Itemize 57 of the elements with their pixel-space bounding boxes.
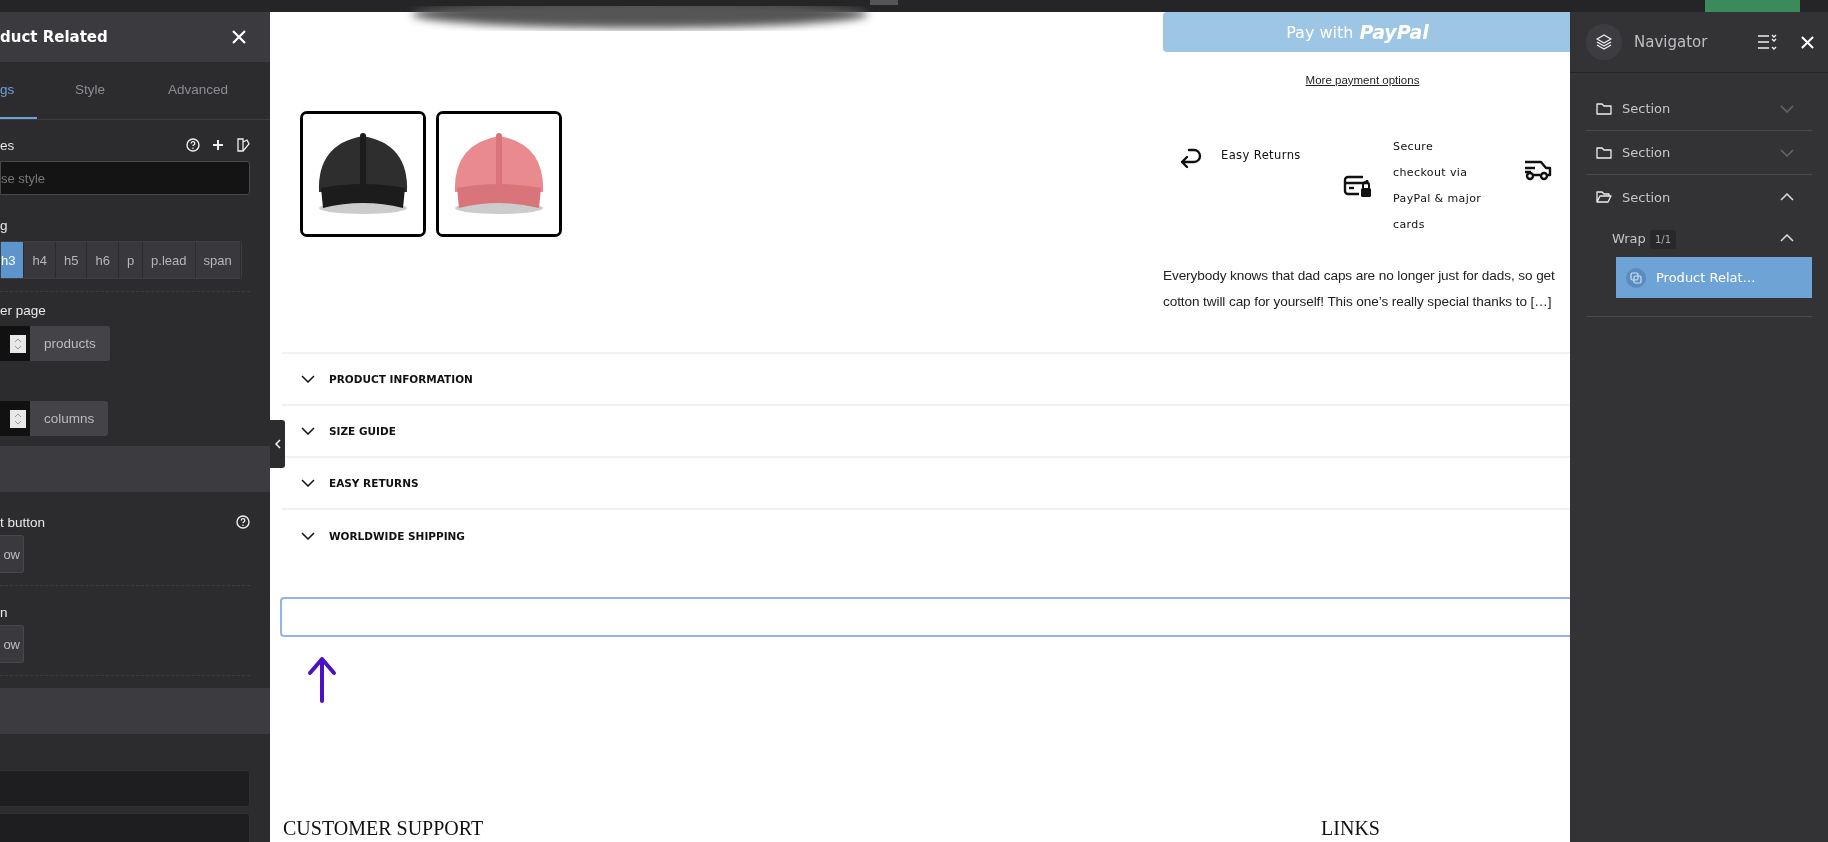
help-icon[interactable] bbox=[186, 138, 200, 152]
collapse-handle[interactable] bbox=[270, 420, 285, 468]
spinner-icon[interactable] bbox=[10, 409, 26, 428]
tag-option[interactable]: h5 bbox=[55, 242, 88, 278]
panel-title: duct Related bbox=[0, 28, 108, 46]
navigator-item[interactable]: Section bbox=[1586, 175, 1812, 219]
tag-option[interactable]: h4 bbox=[24, 242, 56, 278]
component-icon bbox=[1626, 267, 1646, 288]
layers-icon bbox=[1586, 24, 1622, 60]
panel-tab[interactable]: gs bbox=[0, 62, 37, 119]
list-options-icon[interactable] bbox=[1757, 34, 1777, 50]
open-folder-icon bbox=[1596, 190, 1612, 204]
more-payment-link[interactable]: More payment options bbox=[1305, 74, 1420, 86]
close-button[interactable] bbox=[232, 30, 246, 44]
help-icon[interactable] bbox=[236, 515, 250, 529]
field-label: t button bbox=[0, 514, 46, 530]
navigator-item[interactable]: Wrap 1/1 bbox=[1586, 219, 1812, 257]
tag-option[interactable]: h6 bbox=[87, 242, 119, 278]
field-label: es bbox=[0, 137, 15, 153]
show-button[interactable]: ow bbox=[0, 535, 24, 573]
panel-tab[interactable]: Advanced bbox=[143, 62, 253, 119]
footer-heading: LINKS bbox=[1321, 817, 1380, 840]
navigator-item[interactable]: Section bbox=[1586, 131, 1812, 175]
count-badge: 1/1 bbox=[1650, 229, 1677, 249]
tag-option[interactable]: p bbox=[118, 242, 144, 278]
chevron-icon[interactable] bbox=[301, 375, 315, 383]
up-arrow-icon bbox=[306, 655, 338, 703]
tag-option[interactable]: span bbox=[195, 242, 241, 278]
tag-option[interactable]: p.lead bbox=[143, 242, 196, 278]
feature-text: Easy Returns bbox=[1221, 147, 1301, 164]
chevron-icon[interactable] bbox=[301, 427, 315, 435]
truck-icon bbox=[1523, 158, 1553, 182]
tag-option[interactable]: h3 bbox=[1, 242, 25, 278]
plus-icon[interactable] bbox=[212, 139, 224, 151]
chevron-icon[interactable] bbox=[301, 479, 315, 487]
close-button[interactable] bbox=[1801, 35, 1814, 49]
feature-text: Secure checkout via PayPal & major cards bbox=[1393, 139, 1482, 233]
field-label: g bbox=[0, 217, 8, 233]
spinner-icon[interactable] bbox=[10, 334, 26, 353]
navigator-item[interactable]: Section bbox=[1586, 87, 1812, 131]
palette-icon[interactable] bbox=[236, 138, 250, 152]
unit-label: columns bbox=[30, 401, 109, 436]
footer-heading: CUSTOMER SUPPORT bbox=[283, 817, 484, 840]
field-label: n bbox=[0, 604, 8, 620]
chevron-icon[interactable] bbox=[301, 532, 315, 540]
show-button[interactable]: ow bbox=[0, 625, 24, 663]
navigator-title: Navigator bbox=[1634, 33, 1709, 51]
unit-label: products bbox=[30, 326, 110, 361]
folder-icon bbox=[1596, 145, 1612, 160]
field-label: er page bbox=[0, 302, 46, 318]
folder-icon bbox=[1596, 101, 1612, 116]
panel-tab[interactable]: Style bbox=[37, 62, 143, 119]
chevron-left-icon[interactable] bbox=[274, 439, 281, 449]
tab-handle[interactable] bbox=[870, 0, 898, 5]
style-field[interactable]: se style bbox=[0, 161, 250, 195]
card-lock-icon bbox=[1343, 173, 1373, 199]
product-description: Everybody knows that dad caps are no longer just for dads, so get cotton twill cap for yourself! This one’s really special thanks to […] bbox=[1163, 267, 1556, 311]
